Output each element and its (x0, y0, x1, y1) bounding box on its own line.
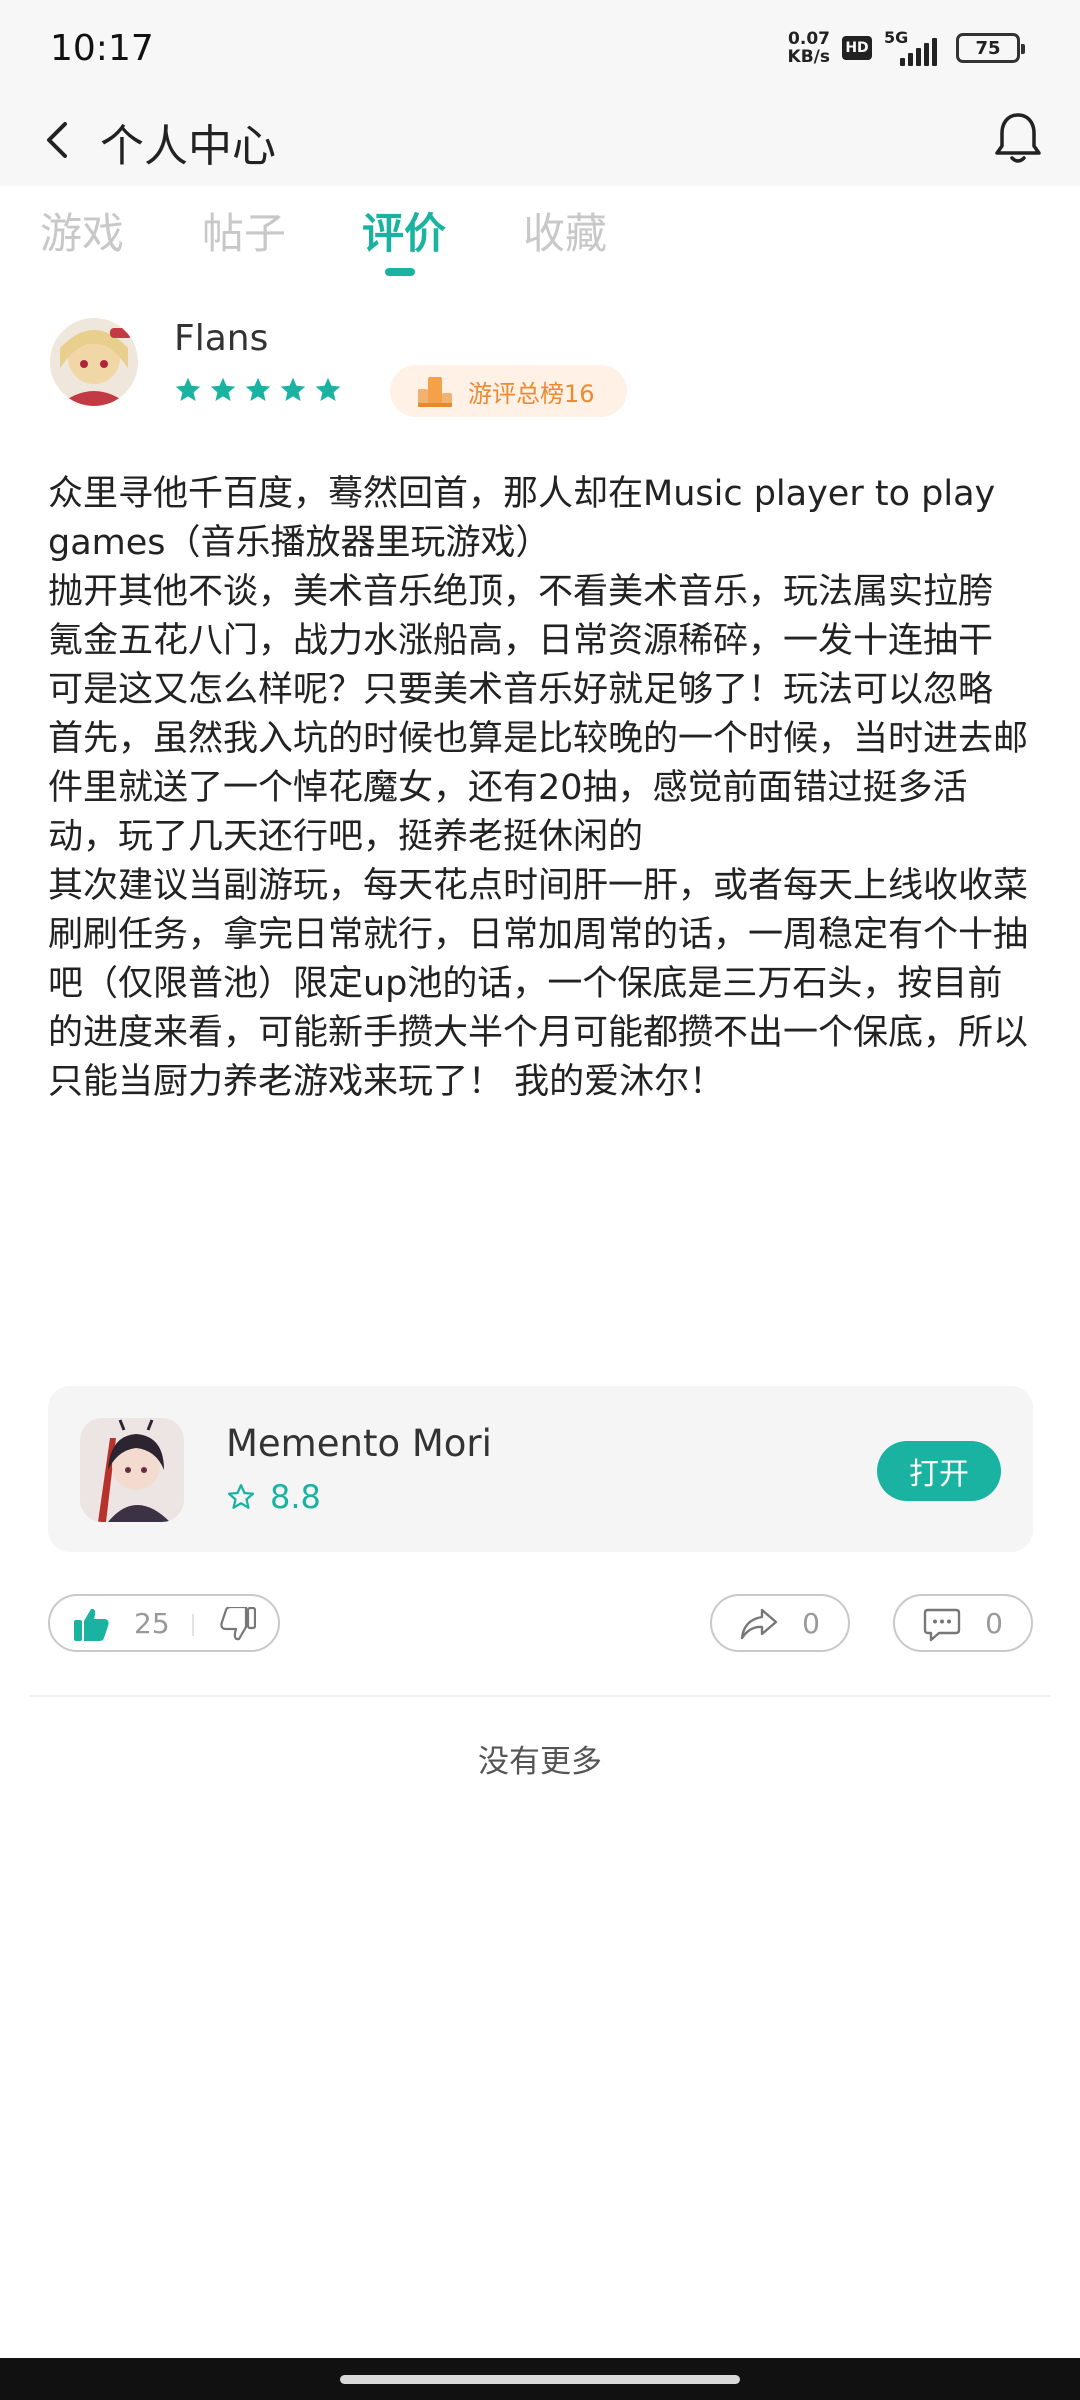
page-title: 个人中心 (100, 121, 276, 172)
battery-level: 75 (975, 37, 1001, 59)
signal-bars (900, 38, 937, 66)
user-name[interactable]: Flans (174, 318, 268, 359)
star-filled-icon (315, 377, 341, 401)
star-outline-icon (227, 1484, 255, 1509)
game-icon[interactable] (80, 1418, 184, 1522)
comment-button[interactable]: 0 (893, 1594, 1033, 1652)
share-button[interactable]: 0 (710, 1594, 850, 1652)
like-count: 25 (134, 1607, 170, 1640)
star-filled-icon (245, 377, 271, 401)
review-content[interactable]: 众里寻他千百度，蓦然回首，那人却在Music player to play ga… (48, 470, 1033, 1107)
star-filled-icon (175, 377, 201, 401)
comment-count: 0 (985, 1607, 1003, 1640)
comment-icon (923, 1608, 961, 1642)
notification-button[interactable] (986, 106, 1050, 170)
status-time: 10:17 (50, 28, 154, 69)
tab-reviews[interactable]: 评价 (362, 200, 446, 261)
network-speed-value: 0.07 (788, 29, 830, 49)
star-rating (174, 376, 342, 404)
tab-bar: 游戏 帖子 评价 收藏 (0, 186, 1080, 286)
bell-icon (995, 113, 1041, 163)
game-icon-image (80, 1418, 184, 1522)
like-button[interactable] (74, 1607, 110, 1645)
game-name[interactable]: Memento Mori (226, 1422, 492, 1465)
battery-icon: 75 (956, 33, 1025, 63)
star-filled-icon (280, 377, 306, 401)
network-speed: 0.07 KB/s (788, 30, 830, 66)
personal-center-page: 10:17 0.07 KB/s HD 5G 75 个人中心 游戏 帖子 评价 收… (0, 0, 1080, 2400)
game-rating: 8.8 (226, 1478, 321, 1516)
tab-games[interactable]: 游戏 (40, 200, 124, 261)
active-tab-indicator (385, 268, 415, 276)
system-nav-bar (0, 2358, 1080, 2400)
vote-pill: 25 (48, 1594, 280, 1652)
status-bar: 10:17 0.07 KB/s HD 5G 75 (0, 0, 1080, 96)
vote-separator (192, 1614, 194, 1636)
tab-favorites[interactable]: 收藏 (523, 200, 607, 261)
share-icon (740, 1608, 778, 1640)
ranking-badge[interactable]: 游评总榜16 (390, 365, 627, 417)
thumbs-down-icon (220, 1605, 257, 1641)
avatar-image (50, 318, 138, 406)
star-filled-icon (210, 377, 236, 401)
ranking-badge-text: 游评总榜16 (468, 379, 595, 408)
back-button[interactable] (30, 112, 86, 168)
user-avatar[interactable] (50, 318, 138, 406)
network-speed-unit: KB/s (787, 47, 830, 67)
review-paragraph: 众里寻他千百度，蓦然回首，那人却在Music player to play ga… (48, 474, 996, 563)
podium-icon (418, 377, 452, 407)
review-paragraph: 其次建议当副游玩，每天花点时间肝一肝，或者每天上线收收菜刷刷任务，拿完日常就行，… (48, 866, 1029, 1102)
hd-icon: HD (842, 36, 872, 60)
game-card[interactable]: Memento Mori 8.8 打开 (48, 1386, 1033, 1552)
review-paragraph: 氪金五花八门，战力水涨船高，日常资源稀碎，一发十连抽干 (48, 621, 994, 661)
thumbs-up-icon (74, 1608, 109, 1641)
tab-posts[interactable]: 帖子 (202, 200, 286, 261)
share-count: 0 (802, 1607, 820, 1640)
review-paragraph: 抛开其他不谈，美术音乐绝顶，不看美术音乐，玩法属实拉胯 (48, 572, 994, 612)
app-header: 个人中心 (0, 96, 1080, 186)
chevron-left-icon (47, 122, 67, 158)
home-gesture-handle[interactable] (340, 2375, 740, 2384)
open-game-button[interactable]: 打开 (877, 1441, 1001, 1501)
review-paragraph: 首先，虽然我入坑的时候也算是比较晚的一个时候，当时进去邮件里就送了一个悼花魔女，… (48, 719, 1029, 857)
status-icons: 0.07 KB/s HD 5G 75 (788, 28, 1025, 66)
section-divider (30, 1695, 1050, 1697)
signal-icon: 5G (884, 28, 944, 66)
no-more-label: 没有更多 (478, 1744, 602, 1780)
game-rating-value: 8.8 (270, 1478, 321, 1516)
review-paragraph: 可是这又怎么样呢？只要美术音乐好就足够了！玩法可以忽略 (48, 670, 994, 710)
dislike-button[interactable] (220, 1605, 257, 1645)
